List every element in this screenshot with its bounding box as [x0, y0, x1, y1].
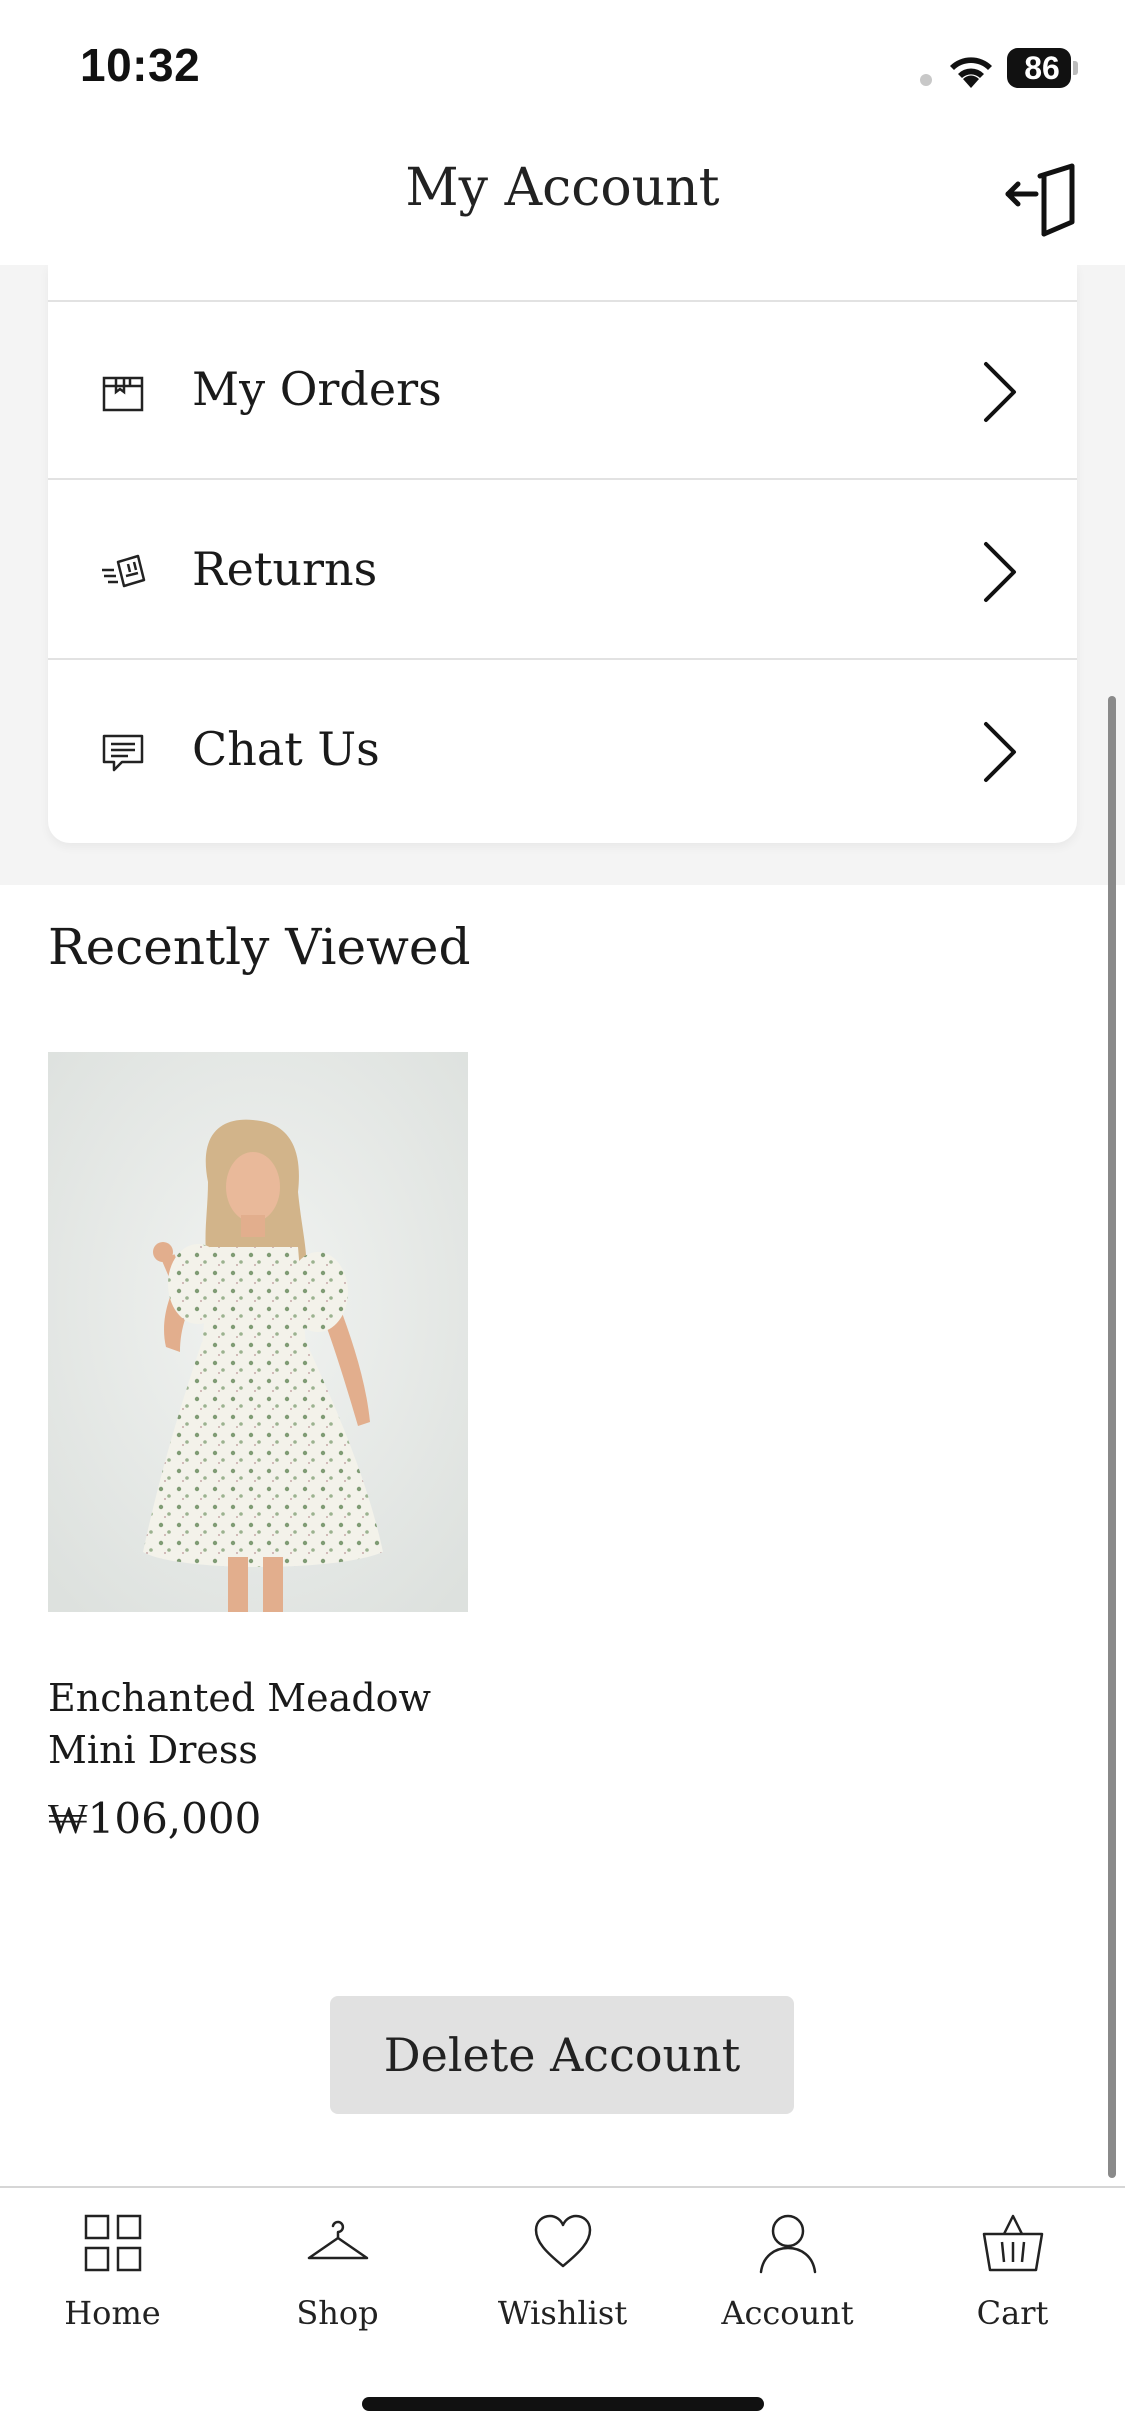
tab-cart[interactable]: Cart: [900, 2188, 1125, 2338]
chat-icon: [102, 734, 144, 772]
tab-label: Shop: [296, 2294, 379, 2332]
account-section: My Orders Returns Chat Us: [0, 265, 1125, 885]
product-card[interactable]: Enchanted Meadow Mini Dress ₩106,000: [48, 1052, 468, 1852]
privacy-indicator-dot: [920, 74, 932, 86]
status-bar: 10:32 86: [0, 0, 1125, 130]
menu-item-returns[interactable]: Returns: [48, 482, 1077, 660]
tab-label: Home: [64, 2294, 161, 2332]
tab-home[interactable]: Home: [0, 2188, 225, 2338]
basket-icon: [982, 2214, 1044, 2272]
page-title: My Account: [405, 158, 720, 218]
wifi-icon: [950, 57, 992, 88]
product-name[interactable]: Enchanted Meadow Mini Dress: [48, 1672, 468, 1776]
chevron-right-icon: [984, 722, 1016, 782]
menu-item-label: My Orders: [192, 362, 442, 416]
delete-account-button[interactable]: Delete Account: [330, 1996, 794, 2114]
return-package-icon: [102, 554, 146, 588]
menu-item-label: Chat Us: [192, 722, 380, 776]
user-icon: [759, 2214, 817, 2274]
dress-photo-illustration: [48, 1052, 468, 1612]
heart-icon: [534, 2214, 592, 2268]
logout-icon[interactable]: [1000, 160, 1080, 240]
recently-viewed-title: Recently Viewed: [48, 918, 471, 976]
scrollbar[interactable]: [1108, 696, 1116, 2178]
tab-label: Cart: [976, 2294, 1049, 2332]
grid-icon: [84, 2214, 142, 2272]
chevron-right-icon: [984, 362, 1016, 422]
menu-divider: [48, 658, 1077, 660]
account-menu-card: My Orders Returns Chat Us: [48, 265, 1077, 843]
battery-indicator: 86: [1007, 48, 1078, 88]
battery-level: 86: [1024, 50, 1060, 86]
tab-wishlist[interactable]: Wishlist: [450, 2188, 675, 2338]
tab-shop[interactable]: Shop: [225, 2188, 450, 2338]
product-image[interactable]: [48, 1052, 468, 1612]
menu-item-my-orders[interactable]: My Orders: [48, 302, 1077, 480]
product-price: ₩106,000: [48, 1794, 262, 1843]
hanger-icon: [307, 2220, 369, 2260]
tab-label: Wishlist: [497, 2294, 628, 2332]
status-time: 10:32: [80, 39, 201, 91]
menu-item-chat-us[interactable]: Chat Us: [48, 662, 1077, 840]
chevron-right-icon: [984, 542, 1016, 602]
home-indicator[interactable]: [362, 2397, 764, 2411]
tab-label: Account: [721, 2294, 854, 2332]
tab-account[interactable]: Account: [675, 2188, 900, 2338]
menu-divider: [48, 478, 1077, 480]
menu-item-label: Returns: [192, 542, 378, 596]
box-icon: [102, 376, 144, 412]
header: My Account: [0, 130, 1125, 265]
